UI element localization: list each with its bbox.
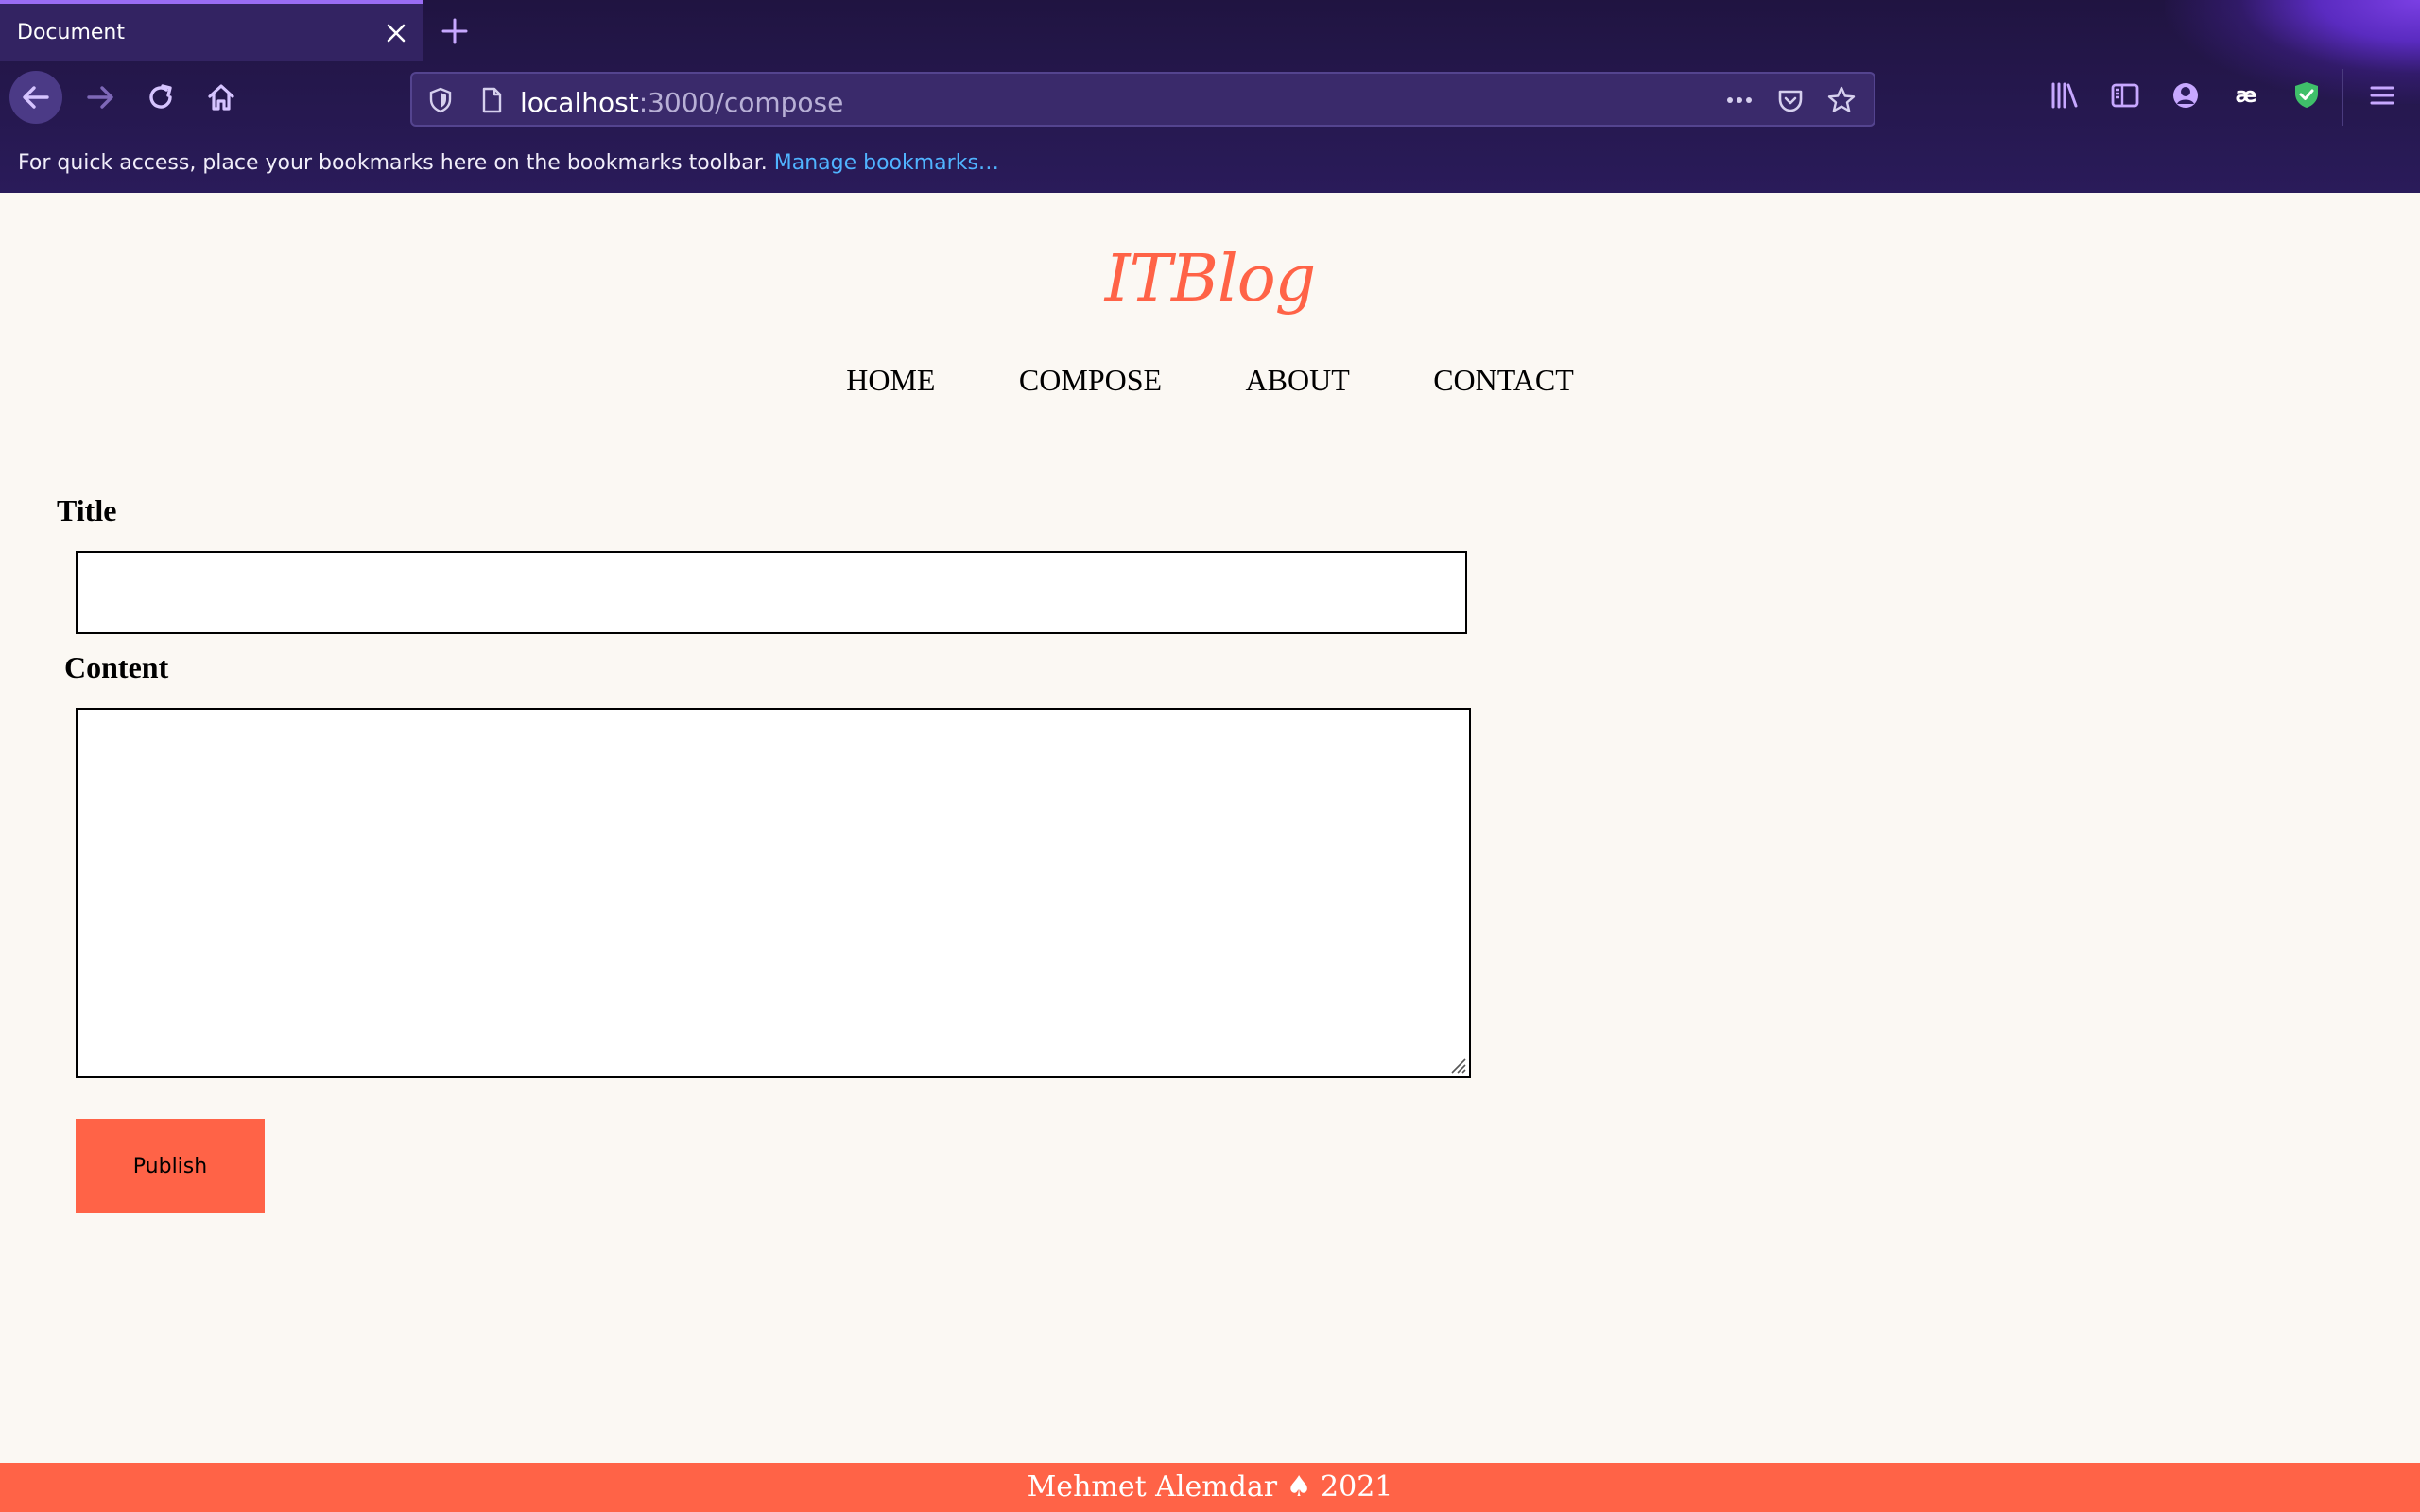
title-input[interactable] [76, 551, 1467, 634]
more-icon[interactable] [1722, 85, 1753, 115]
site-logo[interactable]: ITBlog [0, 242, 2420, 317]
tab-strip: Document [0, 0, 2420, 61]
content-textarea[interactable] [76, 708, 1471, 1078]
extension-icon[interactable]: æ [2229, 78, 2263, 116]
back-arrow-icon[interactable] [9, 71, 62, 124]
title-label: Title [57, 493, 117, 527]
page-content: ITBlog HOME COMPOSE ABOUT CONTACT Title … [0, 193, 2420, 1512]
nav-home[interactable]: HOME [846, 363, 935, 398]
nav-contact[interactable]: CONTACT [1433, 363, 1574, 398]
navigation-toolbar: localhost:3000/compose æ [0, 61, 2420, 139]
nav-compose[interactable]: COMPOSE [1019, 363, 1162, 398]
close-icon[interactable] [382, 19, 410, 47]
tab-document[interactable]: Document [0, 0, 424, 61]
bookmarks-toolbar: For quick access, place your bookmarks h… [0, 139, 2420, 193]
reload-icon[interactable] [134, 71, 187, 124]
url-text[interactable]: localhost:3000/compose [520, 87, 843, 118]
vpn-shield-icon[interactable] [2290, 78, 2324, 116]
star-icon[interactable] [1826, 85, 1857, 115]
footer: Mehmet Alemdar ♠ 2021 [0, 1463, 2420, 1512]
page-icon [476, 85, 507, 115]
publish-button[interactable]: Publish [76, 1119, 265, 1213]
nav-about[interactable]: ABOUT [1246, 363, 1350, 398]
browser-chrome: Document localhost:3000/compose æ For qu… [0, 0, 2420, 193]
toolbar-divider [2342, 69, 2343, 126]
svg-text:æ: æ [2235, 84, 2256, 108]
url-bar[interactable]: localhost:3000/compose [410, 72, 1876, 127]
menu-icon[interactable] [2365, 78, 2399, 116]
account-icon[interactable] [2169, 78, 2203, 116]
bookmarks-hint-text: For quick access, place your bookmarks h… [18, 151, 768, 175]
site-nav: HOME COMPOSE ABOUT CONTACT [0, 363, 2420, 398]
content-label: Content [64, 650, 169, 684]
pocket-icon[interactable] [1775, 85, 1806, 115]
resize-grip-icon[interactable] [1446, 1054, 1467, 1074]
footer-text: Mehmet Alemdar ♠ 2021 [1027, 1470, 1393, 1503]
library-icon[interactable] [2048, 78, 2082, 116]
bookmarks-hint: For quick access, place your bookmarks h… [18, 151, 999, 175]
shield-icon[interactable] [425, 85, 456, 115]
url-path: :3000/compose [638, 87, 844, 118]
plus-icon[interactable] [437, 13, 473, 49]
url-host: localhost [520, 87, 639, 118]
sidebar-icon[interactable] [2108, 78, 2142, 116]
forward-arrow-icon[interactable] [74, 71, 127, 124]
manage-bookmarks-link[interactable]: Manage bookmarks… [774, 151, 999, 175]
tab-title: Document [17, 21, 125, 44]
home-icon[interactable] [195, 71, 248, 124]
